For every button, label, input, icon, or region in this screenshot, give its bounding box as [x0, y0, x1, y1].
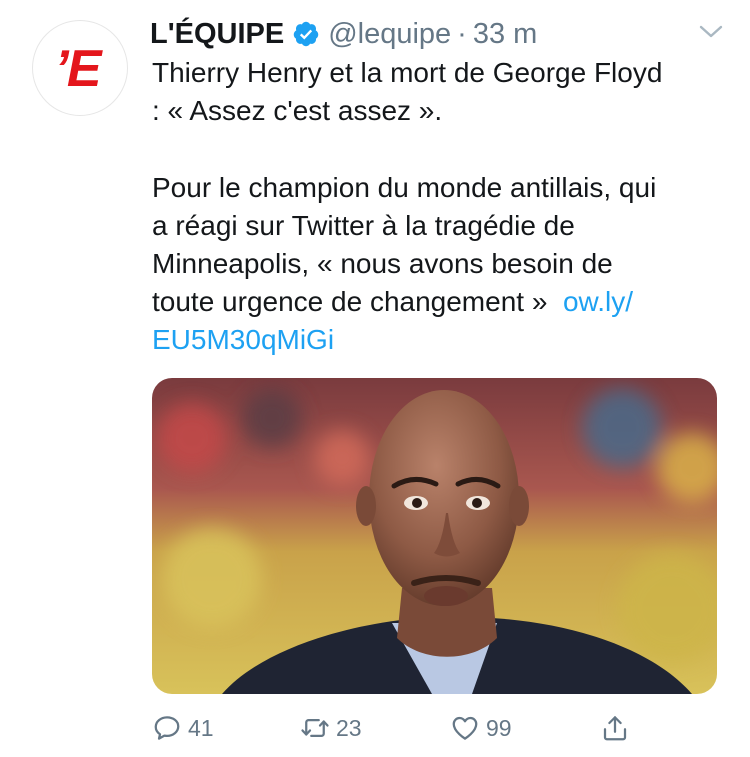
- tweet-timestamp[interactable]: 33 m: [473, 18, 537, 51]
- account-name[interactable]: L'ÉQUIPE: [150, 18, 284, 51]
- tweet-body: Thierry Henry et la mort de George Floyd…: [152, 57, 663, 318]
- lequipe-logo: ’E: [54, 40, 101, 98]
- tweet-header: L'ÉQUIPE @lequipe · 33 m: [150, 14, 730, 54]
- reply-button[interactable]: 41: [152, 706, 214, 750]
- like-button[interactable]: 99: [450, 706, 512, 750]
- tweet-actions: 41 23 99: [152, 706, 717, 750]
- retweet-count: 23: [336, 714, 362, 741]
- chevron-down-icon[interactable]: [698, 22, 724, 42]
- avatar[interactable]: ’E: [32, 20, 128, 116]
- account-handle[interactable]: @lequipe: [328, 18, 451, 51]
- portrait-photo: [152, 378, 717, 694]
- retweet-icon: [301, 719, 329, 737]
- tweet-photo[interactable]: [152, 378, 717, 694]
- reply-count: 41: [188, 714, 214, 741]
- tweet-text: Thierry Henry et la mort de George Floyd…: [152, 54, 732, 360]
- separator-dot: ·: [457, 17, 467, 50]
- heart-icon: [452, 716, 478, 740]
- verified-badge-icon: [293, 21, 319, 47]
- share-button[interactable]: [600, 706, 630, 750]
- retweet-button[interactable]: 23: [300, 706, 362, 750]
- reply-icon: [154, 716, 180, 740]
- share-icon: [603, 716, 627, 741]
- like-count: 99: [486, 714, 512, 741]
